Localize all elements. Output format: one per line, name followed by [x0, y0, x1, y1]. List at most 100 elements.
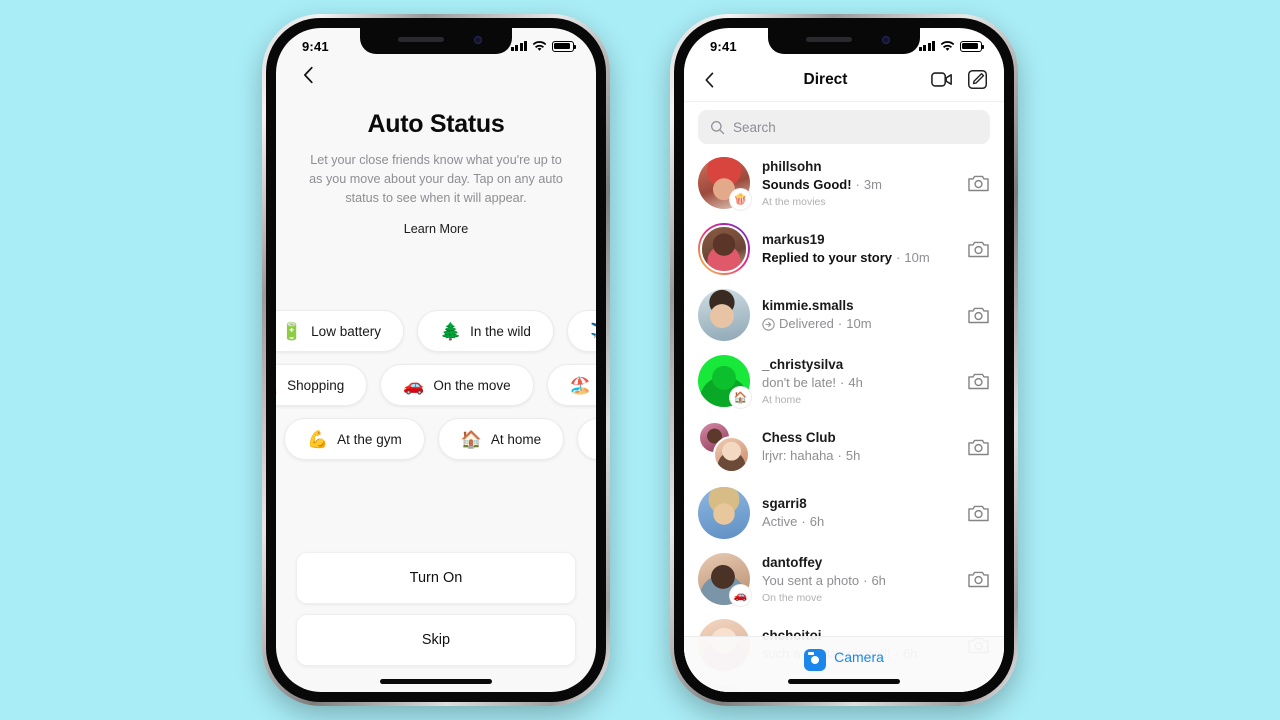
- avatar[interactable]: [698, 223, 750, 275]
- auto-status-chip-area: 🔋 Low battery 🌲 In the wild ✈️ At the ai…: [276, 236, 596, 552]
- battery-icon: [960, 40, 985, 52]
- conversation-preview: lrjvr: hahaha: [762, 448, 834, 463]
- status-badge: 🍿: [730, 189, 751, 210]
- list-item[interactable]: Chess Club lrjvr: hahaha · 5h: [684, 414, 1004, 480]
- camera-outline-icon[interactable]: [967, 371, 990, 391]
- conversation-time: 6h: [871, 573, 886, 588]
- left-nav-bar: [276, 58, 596, 102]
- list-item[interactable]: kimmie.smalls Delivered · 10m: [684, 282, 1004, 348]
- front-camera-icon: [882, 36, 890, 44]
- status-chip-on-the-move[interactable]: 🚗 On the move: [380, 364, 534, 406]
- camera-outline-icon[interactable]: [967, 239, 990, 259]
- auto-status-text: At the movies: [762, 196, 826, 208]
- evergreen-tree-emoji: 🌲: [439, 321, 462, 341]
- camera-outline-icon[interactable]: [967, 503, 990, 523]
- conversation-name: markus19: [762, 232, 825, 247]
- auto-status-text: At home: [762, 394, 802, 406]
- avatar[interactable]: [698, 487, 750, 539]
- house-emoji: 🏠: [460, 429, 482, 449]
- camera-label: Camera: [834, 649, 884, 665]
- conversation-name: kimmie.smalls: [762, 298, 854, 313]
- conversation-time: 5h: [845, 448, 861, 463]
- notch: [360, 28, 512, 54]
- page-description: Let your close friends know what you're …: [309, 153, 563, 205]
- status-chip-low-battery[interactable]: 🔋 Low battery: [276, 310, 404, 352]
- list-item[interactable]: 🍿 phillsohn Sounds Good! · 3m At the mov…: [684, 150, 1004, 216]
- conversation-name: phillsohn: [762, 159, 822, 174]
- status-chip-at-the-airport[interactable]: ✈️ At the airport: [566, 310, 596, 352]
- wifi-icon: [940, 40, 955, 51]
- video-camera-icon[interactable]: [931, 71, 953, 88]
- conversation-preview: Sounds Good!: [762, 177, 852, 192]
- page-title: Direct: [803, 70, 848, 88]
- status-badge: 🏠: [730, 387, 751, 408]
- avatar[interactable]: 🏠: [698, 355, 751, 408]
- avatar[interactable]: [698, 289, 750, 341]
- status-chip-at-the-beach[interactable]: 🏖️ At the beach: [546, 364, 596, 406]
- avatar[interactable]: 🚗: [698, 553, 751, 606]
- status-chip-in-the-wild[interactable]: 🌲 In the wild: [416, 310, 554, 352]
- chevron-left-icon[interactable]: [298, 64, 320, 86]
- list-item[interactable]: 🚗 dantoffey You sent a photo · 6h On the…: [684, 546, 1004, 612]
- chevron-left-icon[interactable]: [700, 70, 720, 90]
- learn-more-link[interactable]: Learn More: [304, 222, 568, 236]
- shopping-bags-emoji: 🛍️: [276, 377, 278, 394]
- conversation-name: Chess Club: [762, 430, 836, 445]
- camera-outline-icon[interactable]: [967, 305, 990, 325]
- conversation-name: dantoffey: [762, 555, 823, 570]
- chip-label: Low battery: [311, 323, 381, 339]
- camera-outline-icon[interactable]: [967, 569, 990, 589]
- camera-outline-icon[interactable]: [967, 437, 990, 457]
- car-emoji: 🚗: [403, 375, 425, 395]
- left-phone-device: 9:41 Auto Status Let your close friends …: [262, 14, 610, 706]
- status-chip-at-home[interactable]: 🏠 At home: [437, 418, 565, 460]
- conversation-list[interactable]: 🍿 phillsohn Sounds Good! · 3m At the mov…: [684, 150, 1004, 692]
- airplane-emoji: ✈️: [590, 323, 596, 340]
- conversation-preview: You sent a photo: [762, 573, 860, 588]
- delivered-icon: [762, 317, 775, 331]
- camera-outline-icon[interactable]: [967, 173, 990, 193]
- status-chip-shopping[interactable]: 🛍️ Shopping: [276, 364, 368, 406]
- auto-status-text: On the move: [762, 592, 823, 604]
- conversation-name: _christysilva: [762, 357, 844, 372]
- conversation-preview: Active: [762, 514, 798, 529]
- right-phone-device: 9:41 Direct Search 🍿 phillsohn Sounds Go…: [670, 14, 1018, 706]
- battery-icon: [552, 40, 577, 52]
- chip-row: 🔋 Low battery 🌲 In the wild ✈️ At the ai…: [276, 310, 596, 352]
- story-ring[interactable]: [698, 223, 750, 275]
- beach-emoji: 🏖️: [569, 375, 591, 395]
- avatar[interactable]: 🍿: [698, 157, 751, 210]
- chip-row: 🛍️ Shopping 🚗 On the move 🏖️ At the beac…: [276, 364, 596, 406]
- status-chip-charging[interactable]: ⚡ Charging: [577, 418, 596, 460]
- right-phone-screen: 9:41 Direct Search 🍿 phillsohn Sounds Go…: [684, 28, 1004, 692]
- search-section: Search: [684, 102, 1004, 150]
- chip-label: On the move: [433, 377, 511, 393]
- list-item[interactable]: 🏠 _christysilva don't be late! · 4h At h…: [684, 348, 1004, 414]
- search-placeholder: Search: [733, 119, 776, 135]
- search-input[interactable]: Search: [698, 110, 990, 144]
- search-icon: [711, 120, 725, 134]
- compose-pencil-icon[interactable]: [967, 69, 988, 90]
- avatar-group[interactable]: [698, 421, 750, 473]
- skip-button[interactable]: Skip: [296, 614, 576, 666]
- list-item[interactable]: markus19 Replied to your story · 10m: [684, 216, 1004, 282]
- auto-status-actions: Turn On Skip: [276, 552, 596, 692]
- conversation-time: 4h: [848, 375, 863, 390]
- auto-status-header: Auto Status Let your close friends know …: [276, 102, 596, 236]
- wifi-icon: [532, 40, 547, 51]
- screenshot-stage: 9:41 Auto Status Let your close friends …: [0, 0, 1280, 720]
- status-chip-at-the-gym[interactable]: 💪 At the gym: [284, 418, 425, 460]
- chip-label: In the wild: [470, 323, 531, 339]
- list-item[interactable]: sgarri8 Active · 6h: [684, 480, 1004, 546]
- direct-header: Direct: [684, 58, 1004, 102]
- camera-icon: [804, 649, 827, 671]
- conversation-preview: Delivered: [779, 316, 834, 331]
- status-badge: 🚗: [730, 585, 751, 606]
- conversation-name: sgarri8: [762, 496, 807, 511]
- right-phone-bezel: 9:41 Direct Search 🍿 phillsohn Sounds Go…: [674, 18, 1014, 702]
- home-indicator: [788, 679, 900, 684]
- conversation-time: 6h: [809, 514, 825, 529]
- chip-label: Shopping: [287, 377, 345, 393]
- cellular-bars-icon: [510, 41, 527, 51]
- turn-on-button[interactable]: Turn On: [296, 552, 576, 604]
